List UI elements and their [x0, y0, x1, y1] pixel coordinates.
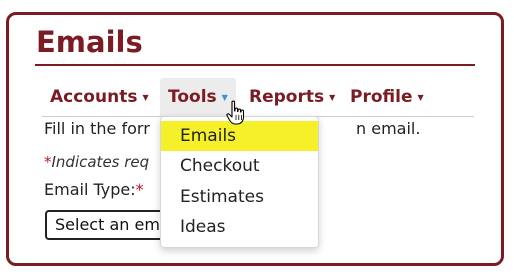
nav-item-accounts[interactable]: Accounts ▼: [42, 78, 157, 116]
email-type-label-text: Email Type:: [44, 180, 136, 199]
menu-item-ideas[interactable]: Ideas: [161, 212, 318, 242]
required-asterisk: *: [135, 180, 144, 199]
title-divider: [35, 64, 475, 66]
chevron-down-icon: ▼: [142, 93, 149, 102]
required-note-text: Indicates req: [51, 153, 150, 171]
tools-dropdown-menu: Emails Checkout Estimates Ideas: [160, 116, 319, 248]
nav-item-label: Profile: [350, 87, 413, 107]
nav-item-label: Reports: [249, 87, 325, 107]
required-asterisk: *: [44, 153, 52, 171]
nav-item-tools[interactable]: Tools ▼: [160, 78, 236, 116]
email-type-label: Email Type:*: [44, 180, 144, 200]
nav-item-label: Accounts: [50, 87, 138, 107]
page-title: Emails: [36, 25, 143, 59]
nav-item-profile[interactable]: Profile ▼: [348, 78, 426, 116]
form-intro-text-end: n email.: [356, 119, 421, 138]
menu-item-checkout[interactable]: Checkout: [161, 151, 318, 181]
required-note: *Indicates req: [44, 152, 149, 172]
hand-pointer-icon: [226, 100, 245, 125]
menu-item-estimates[interactable]: Estimates: [161, 182, 318, 212]
nav-item-label: Tools: [168, 87, 217, 107]
main-nav: Accounts ▼ Tools ▼ Reports ▼ Profile ▼: [0, 78, 514, 116]
chevron-down-icon: ▼: [417, 93, 424, 102]
form-intro-text: Fill in the forr: [44, 119, 150, 138]
chevron-down-icon: ▼: [329, 93, 336, 102]
nav-item-reports[interactable]: Reports ▼: [247, 78, 337, 116]
